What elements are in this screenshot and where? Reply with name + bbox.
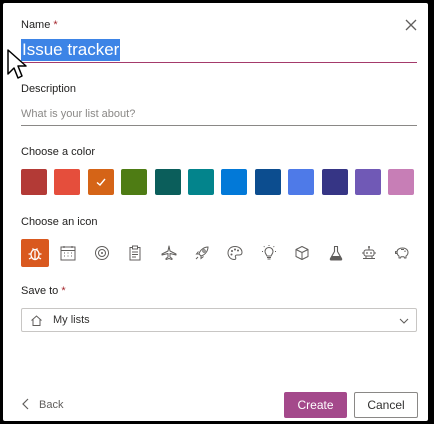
name-value: Issue tracker [21, 39, 121, 61]
close-icon[interactable] [403, 17, 419, 33]
airplane-icon [161, 245, 177, 260]
color-label: Choose a color [21, 146, 95, 158]
lightbulb-icon [261, 245, 276, 260]
mouse-cursor-icon [7, 49, 27, 79]
required-mark: * [61, 285, 66, 297]
palette-icon [227, 245, 243, 261]
icon-option[interactable] [21, 239, 49, 267]
color-swatch[interactable] [121, 169, 148, 195]
color-swatches [21, 169, 421, 195]
color-swatch[interactable] [188, 169, 214, 195]
color-swatch[interactable] [321, 169, 348, 195]
icon-option[interactable] [88, 239, 116, 267]
icon-option[interactable] [388, 239, 416, 267]
name-input[interactable]: Issue tracker [21, 38, 417, 63]
name-label: Name * [21, 19, 58, 31]
target-icon [94, 246, 109, 260]
color-swatch[interactable] [388, 169, 415, 195]
icon-option[interactable] [188, 239, 216, 267]
color-swatch[interactable] [87, 169, 114, 195]
back-label: Back [39, 399, 64, 411]
create-list-dialog: Name * Issue tracker Description What is… [3, 3, 428, 421]
bug-icon [28, 248, 42, 261]
color-swatch[interactable] [21, 169, 47, 195]
save-to-value: My lists [53, 314, 90, 326]
icon-label: Choose an icon [21, 216, 98, 228]
chevron-down-icon [399, 318, 409, 324]
color-swatch[interactable] [288, 169, 315, 195]
checkmark-icon [96, 178, 106, 186]
icon-option[interactable] [221, 239, 249, 267]
icon-picker [21, 239, 421, 267]
color-swatch[interactable] [221, 169, 248, 195]
save-to-dropdown[interactable]: My lists [21, 308, 417, 332]
icon-option[interactable] [121, 239, 149, 267]
rocket-icon [195, 246, 209, 260]
cube-icon [295, 246, 309, 260]
description-placeholder: What is your list about? [21, 108, 136, 120]
color-swatch[interactable] [154, 169, 181, 195]
piggy-bank-icon [395, 247, 409, 259]
robot-icon [362, 246, 376, 259]
icon-option[interactable] [255, 239, 283, 267]
home-icon [31, 315, 42, 326]
required-mark: * [53, 19, 58, 31]
icon-option[interactable] [54, 239, 82, 267]
icon-option[interactable] [322, 239, 350, 267]
color-swatch[interactable] [254, 169, 281, 195]
color-swatch[interactable] [54, 169, 81, 195]
flask-icon [329, 245, 342, 261]
calendar-icon [60, 246, 76, 261]
description-input[interactable]: What is your list about? [21, 103, 417, 126]
create-button[interactable]: Create [284, 392, 347, 418]
description-label: Description [21, 83, 77, 95]
icon-option[interactable] [355, 239, 383, 267]
cancel-button[interactable]: Cancel [354, 392, 418, 418]
icon-option[interactable] [288, 239, 316, 267]
save-to-label: Save to * [21, 285, 66, 297]
chevron-left-icon [22, 398, 29, 410]
icon-option[interactable] [155, 239, 183, 267]
clipboard-icon [129, 245, 141, 261]
color-swatch[interactable] [355, 169, 381, 195]
